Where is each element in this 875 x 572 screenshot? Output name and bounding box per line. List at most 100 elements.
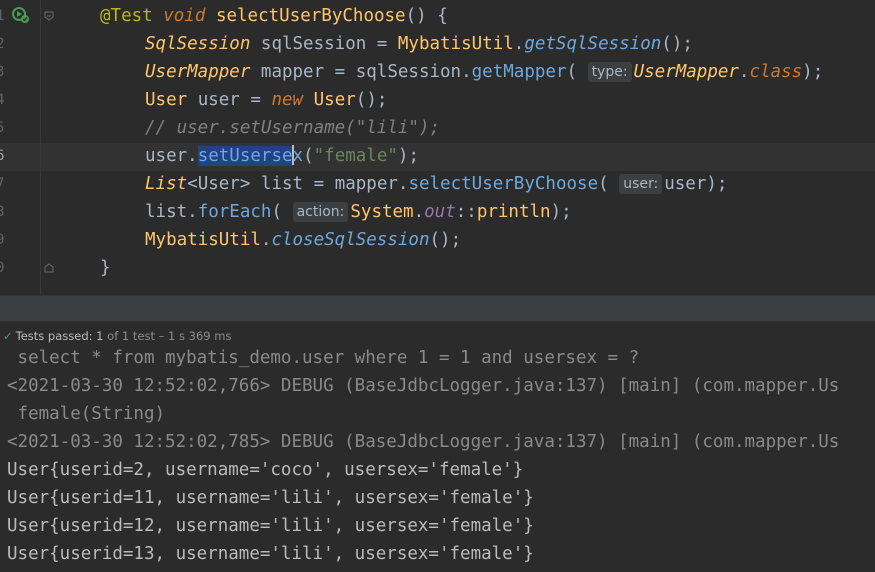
punct-token: .: [187, 146, 198, 166]
method-token: selectUserByChoose: [408, 174, 599, 194]
current-line-highlight: [0, 143, 875, 171]
variable-token: user: [197, 90, 240, 110]
type-token: UserMapper: [145, 62, 251, 82]
method-token: println: [476, 202, 551, 222]
console-line: <2021-03-30 12:52:02,785> DEBUG (BaseJdb…: [7, 432, 840, 452]
console-line: User{userid=12, username='lili', usersex…: [7, 516, 534, 536]
punct-token: .: [187, 202, 198, 222]
variable-token: sqlSession: [260, 34, 367, 54]
punct-token: ();: [355, 90, 388, 110]
code-line-5: // user.setUsername("lili");: [145, 114, 440, 142]
punct-token: (: [271, 202, 283, 222]
object-token: list: [145, 202, 188, 222]
keyword-token: void: [163, 6, 206, 26]
tool-window-splitter[interactable]: [0, 295, 875, 322]
line-number: 7: [0, 176, 5, 192]
parameter-hint: user:: [619, 174, 663, 194]
punct-token: );: [550, 202, 572, 222]
class-token: User: [313, 90, 356, 110]
line-number: 6: [0, 148, 5, 164]
class-token: System: [350, 202, 414, 222]
line-number: 0: [0, 260, 5, 276]
punct-token: .: [397, 174, 409, 194]
operator-token: =: [366, 34, 398, 54]
selected-method-token: setUserse: [197, 146, 293, 166]
code-line-6: user.setUsersex("female");: [145, 142, 419, 170]
line-number: 3: [0, 64, 5, 80]
class-token: MybatisUtil: [145, 230, 261, 250]
operator-token: =: [239, 90, 272, 110]
punct-token: (: [303, 146, 314, 166]
console-line: female(String): [7, 404, 166, 424]
method-token: forEach: [197, 202, 272, 222]
type-token: List: [145, 174, 188, 194]
method-token: x: [292, 146, 304, 166]
method-token: closeSqlSession: [271, 230, 430, 250]
comment-token: // user.setUsername("lili");: [145, 118, 441, 138]
method-token: getSqlSession: [524, 34, 662, 54]
console-line: User{userid=13, username='lili', usersex…: [7, 544, 534, 564]
line-number: 9: [0, 232, 5, 248]
punct-token: .: [413, 202, 425, 222]
keyword-token: class: [749, 62, 803, 82]
run-test-icon[interactable]: [12, 6, 30, 24]
punct-token: ::: [455, 202, 477, 222]
keyword-token: new: [271, 90, 304, 110]
operator-token: =: [303, 174, 335, 194]
annotation-token: @Test: [100, 6, 153, 26]
punct-token: );: [397, 146, 419, 166]
code-line-9: MybatisUtil.closeSqlSession();: [145, 226, 461, 254]
generic-token: <User>: [187, 174, 251, 194]
console-line: User{userid=2, username='coco', usersex=…: [7, 460, 524, 480]
console-output[interactable]: select * from mybatis_demo.user where 1 …: [0, 349, 875, 572]
operator-token: =: [324, 62, 356, 82]
punct-token: () {: [405, 6, 448, 26]
variable-token: mapper: [260, 62, 325, 82]
punct-token: .: [738, 62, 750, 82]
punct-token: .: [461, 62, 472, 82]
gutter-separator: [40, 0, 41, 295]
tests-passed-detail: of 1 test – 1 s 369 ms: [107, 329, 232, 343]
variable-token: list: [260, 174, 304, 194]
editor-gutter: 1 2 3 4 5 6 7 8 9 0: [0, 0, 38, 295]
punct-token: ();: [429, 230, 462, 250]
fold-end-marker-icon[interactable]: [44, 263, 54, 273]
code-line-3: UserMapper mapper = sqlSession.getMapper…: [145, 58, 823, 86]
line-number: 5: [0, 120, 5, 136]
brace-token: }: [100, 258, 111, 278]
line-number: 1: [0, 8, 5, 24]
check-icon: ✓: [3, 329, 13, 343]
test-status-bar: ✓ Tests passed: 1 of 1 test – 1 s 369 ms: [0, 321, 875, 350]
line-number: 4: [0, 92, 5, 108]
tests-passed-count: 1: [96, 329, 104, 343]
object-token: mapper: [334, 174, 398, 194]
code-line-1: @Test void selectUserByChoose() {: [100, 2, 448, 30]
console-line: <2021-03-30 12:52:02,766> DEBUG (BaseJdb…: [7, 376, 840, 396]
parameter-hint: action:: [292, 202, 349, 222]
type-token: SqlSession: [145, 34, 251, 54]
punct-token: );: [802, 62, 824, 82]
punct-token: .: [260, 230, 272, 250]
code-editor[interactable]: 1 2 3 4 5 6 7 8 9 0 @Test void selectUse…: [0, 0, 875, 295]
code-line-7: List<User> list = mapper.selectUserByCho…: [145, 170, 727, 198]
console-line: select * from mybatis_demo.user where 1 …: [7, 349, 640, 368]
class-token: MybatisUtil: [397, 34, 514, 54]
punct-token: );: [706, 174, 728, 194]
line-number: 8: [0, 204, 5, 220]
line-number: 2: [0, 36, 5, 52]
type-token: User: [145, 90, 188, 110]
code-line-4: User user = new User();: [145, 86, 387, 114]
method-token: getMapper: [471, 62, 567, 82]
fold-marker-icon[interactable]: [44, 11, 54, 21]
argument-token: user: [664, 174, 707, 194]
punct-token: .: [513, 34, 525, 54]
tests-passed-label: Tests passed:: [15, 329, 93, 343]
punct-token: (: [598, 174, 609, 194]
field-token: out: [424, 202, 456, 222]
code-line-10: }: [100, 254, 111, 282]
class-token: UserMapper: [633, 62, 739, 82]
console-line: User{userid=11, username='lili', usersex…: [7, 488, 534, 508]
object-token: sqlSession: [355, 62, 462, 82]
punct-token: (: [566, 62, 578, 82]
method-name-token: selectUserByChoose: [215, 6, 406, 26]
